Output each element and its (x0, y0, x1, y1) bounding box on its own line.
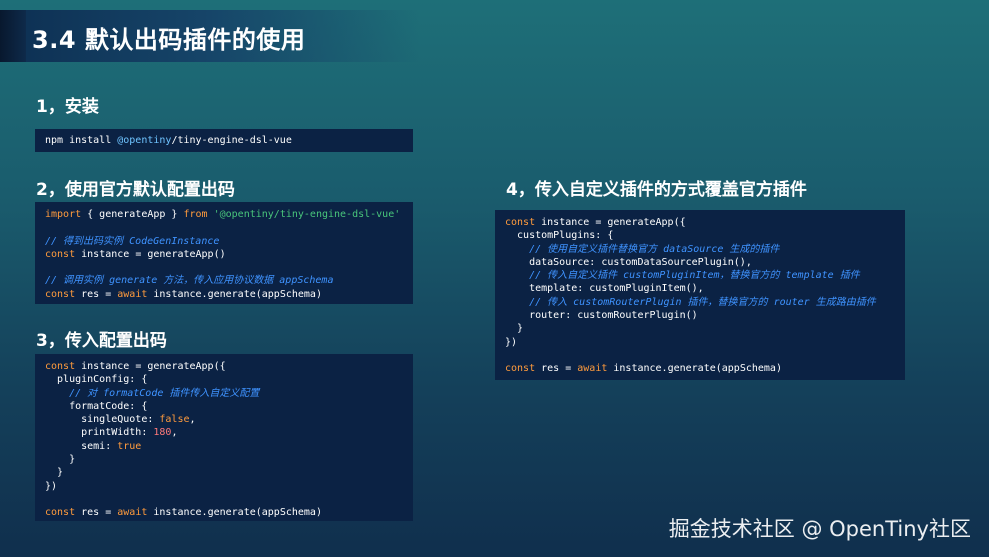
code-text: /tiny-engine-dsl-vue (171, 135, 292, 146)
code-keyword: const (505, 363, 536, 375)
custom-plugin-code-block: const instance = generateApp({ customPlu… (495, 210, 905, 380)
code-line: template: customPluginItem(), (505, 283, 704, 295)
code-line: }) (505, 336, 518, 348)
code-line: pluginConfig: { (45, 374, 148, 386)
code-text: instance.generate(appSchema) (147, 288, 322, 300)
code-keyword: const (505, 217, 536, 228)
code-text: , (189, 414, 196, 426)
official-config-code-block: import { generateApp } from '@opentiny/t… (35, 202, 413, 304)
code-comment: // 使用自定义插件替换官方 dataSource 生成的插件 (505, 243, 780, 255)
code-line: }) (45, 480, 58, 492)
code-text: instance.generate(appSchema) (147, 507, 322, 519)
code-line: const instance = generateApp({ (45, 360, 403, 373)
code-comment: // 传入自定义插件 customPluginItem，替换官方的 templa… (505, 270, 860, 282)
official-config-heading: 2，使用官方默认配置出码 (36, 180, 235, 200)
code-keyword: await (117, 507, 148, 519)
code-line: const res = await instance.generate(appS… (505, 362, 895, 375)
code-keyword: from (183, 209, 208, 220)
code-text: instance = generateApp() (75, 248, 226, 260)
code-line: import { generateApp } from '@opentiny/t… (45, 208, 403, 221)
code-line: customPlugins: { (505, 230, 614, 242)
code-comment: // 得到出码实例 CodeGenInstance (45, 235, 220, 247)
slide-title: 3.4 默认出码插件的使用 (32, 26, 306, 54)
code-keyword: import (45, 209, 82, 220)
code-line: semi: true (45, 440, 403, 453)
code-text: semi: (45, 440, 118, 452)
code-line: dataSource: customDataSourcePlugin(), (505, 256, 752, 268)
code-text: singleQuote: (45, 414, 160, 426)
code-text: { generateApp } (81, 209, 184, 220)
install-heading: 1，安装 (36, 97, 99, 117)
code-keyword: true (117, 440, 142, 452)
code-text: res = (75, 507, 118, 519)
code-string: '@opentiny/tiny-engine-dsl-vue' (207, 209, 401, 220)
watermark: 掘金技术社区 @ OpenTiny社区 (668, 517, 971, 541)
code-number: 180 (153, 427, 172, 439)
code-comment: // 对 formatCode 插件传入自定义配置 (45, 387, 260, 399)
code-line: const instance = generateApp() (45, 248, 403, 261)
code-line: router: customRouterPlugin() (505, 310, 698, 322)
code-keyword: await (117, 288, 148, 300)
code-line: formatCode: { (45, 400, 148, 412)
code-line: const res = await instance.generate(appS… (45, 288, 403, 301)
plugin-config-heading: 3，传入配置出码 (36, 331, 167, 351)
code-text: res = (535, 363, 578, 375)
code-line: printWidth: 180, (45, 426, 403, 439)
code-text: instance = generateApp({ (75, 361, 226, 372)
code-line: const instance = generateApp({ (505, 216, 895, 229)
code-line: } (505, 323, 524, 335)
code-text: npm install (45, 135, 118, 146)
install-code-block: npm install @opentiny/tiny-engine-dsl-vu… (35, 129, 413, 152)
plugin-config-code-block: const instance = generateApp({ pluginCon… (35, 354, 413, 521)
code-text: instance.generate(appSchema) (607, 363, 782, 375)
code-text: res = (75, 288, 118, 300)
code-line: singleQuote: false, (45, 413, 403, 426)
code-keyword: const (45, 248, 76, 260)
code-comment: // 传入 customRouterPlugin 插件，替换官方的 router… (505, 296, 876, 308)
code-scope: @opentiny (117, 135, 172, 146)
custom-plugin-heading: 4，传入自定义插件的方式覆盖官方插件 (506, 180, 807, 200)
code-line: npm install @opentiny/tiny-engine-dsl-vu… (45, 134, 403, 147)
code-text: instance = generateApp({ (535, 217, 686, 228)
code-text: printWidth: (45, 427, 154, 439)
code-keyword: const (45, 288, 76, 300)
code-comment: // 调用实例 generate 方法，传入应用协议数据 appSchema (45, 275, 334, 287)
code-keyword: await (577, 363, 608, 375)
code-keyword: false (159, 414, 190, 426)
code-line: } (45, 454, 76, 466)
code-line: const res = await instance.generate(appS… (45, 506, 403, 519)
code-line: } (45, 467, 64, 479)
code-keyword: const (45, 361, 76, 372)
code-text: , (171, 427, 178, 439)
code-keyword: const (45, 507, 76, 519)
